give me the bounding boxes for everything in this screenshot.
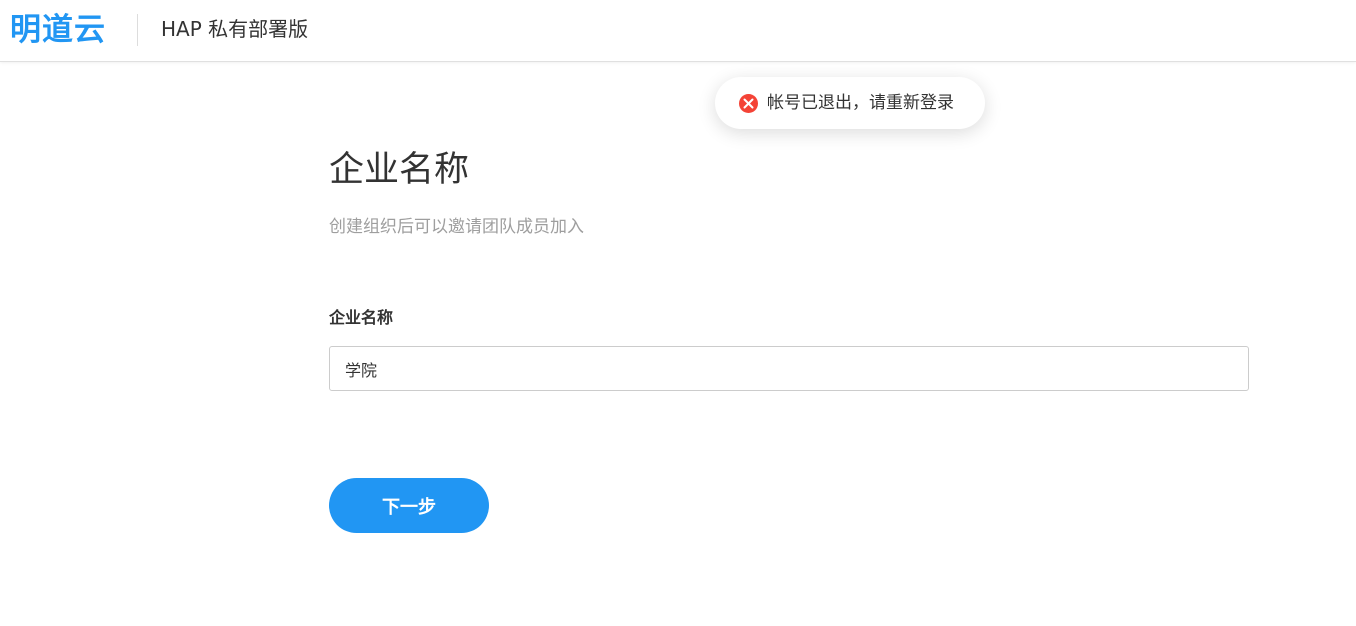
header-divider (137, 14, 138, 46)
top-header: 明道云 HAP 私有部署版 (0, 0, 1356, 62)
page-subtitle: 创建组织后可以邀请团队成员加入 (329, 217, 584, 237)
mingdao-logo[interactable]: 明道云 (10, 9, 106, 51)
edition-label: HAP 私有部署版 (161, 17, 309, 41)
company-name-input[interactable] (329, 346, 1249, 391)
toast-message: 帐号已退出，请重新登录 (767, 93, 954, 113)
company-name-label: 企业名称 (329, 308, 394, 327)
error-circle-icon (739, 93, 758, 113)
page-title: 企业名称 (329, 150, 470, 190)
logout-toast: 帐号已退出，请重新登录 (715, 77, 985, 129)
next-step-button[interactable]: 下一步 (329, 478, 489, 533)
